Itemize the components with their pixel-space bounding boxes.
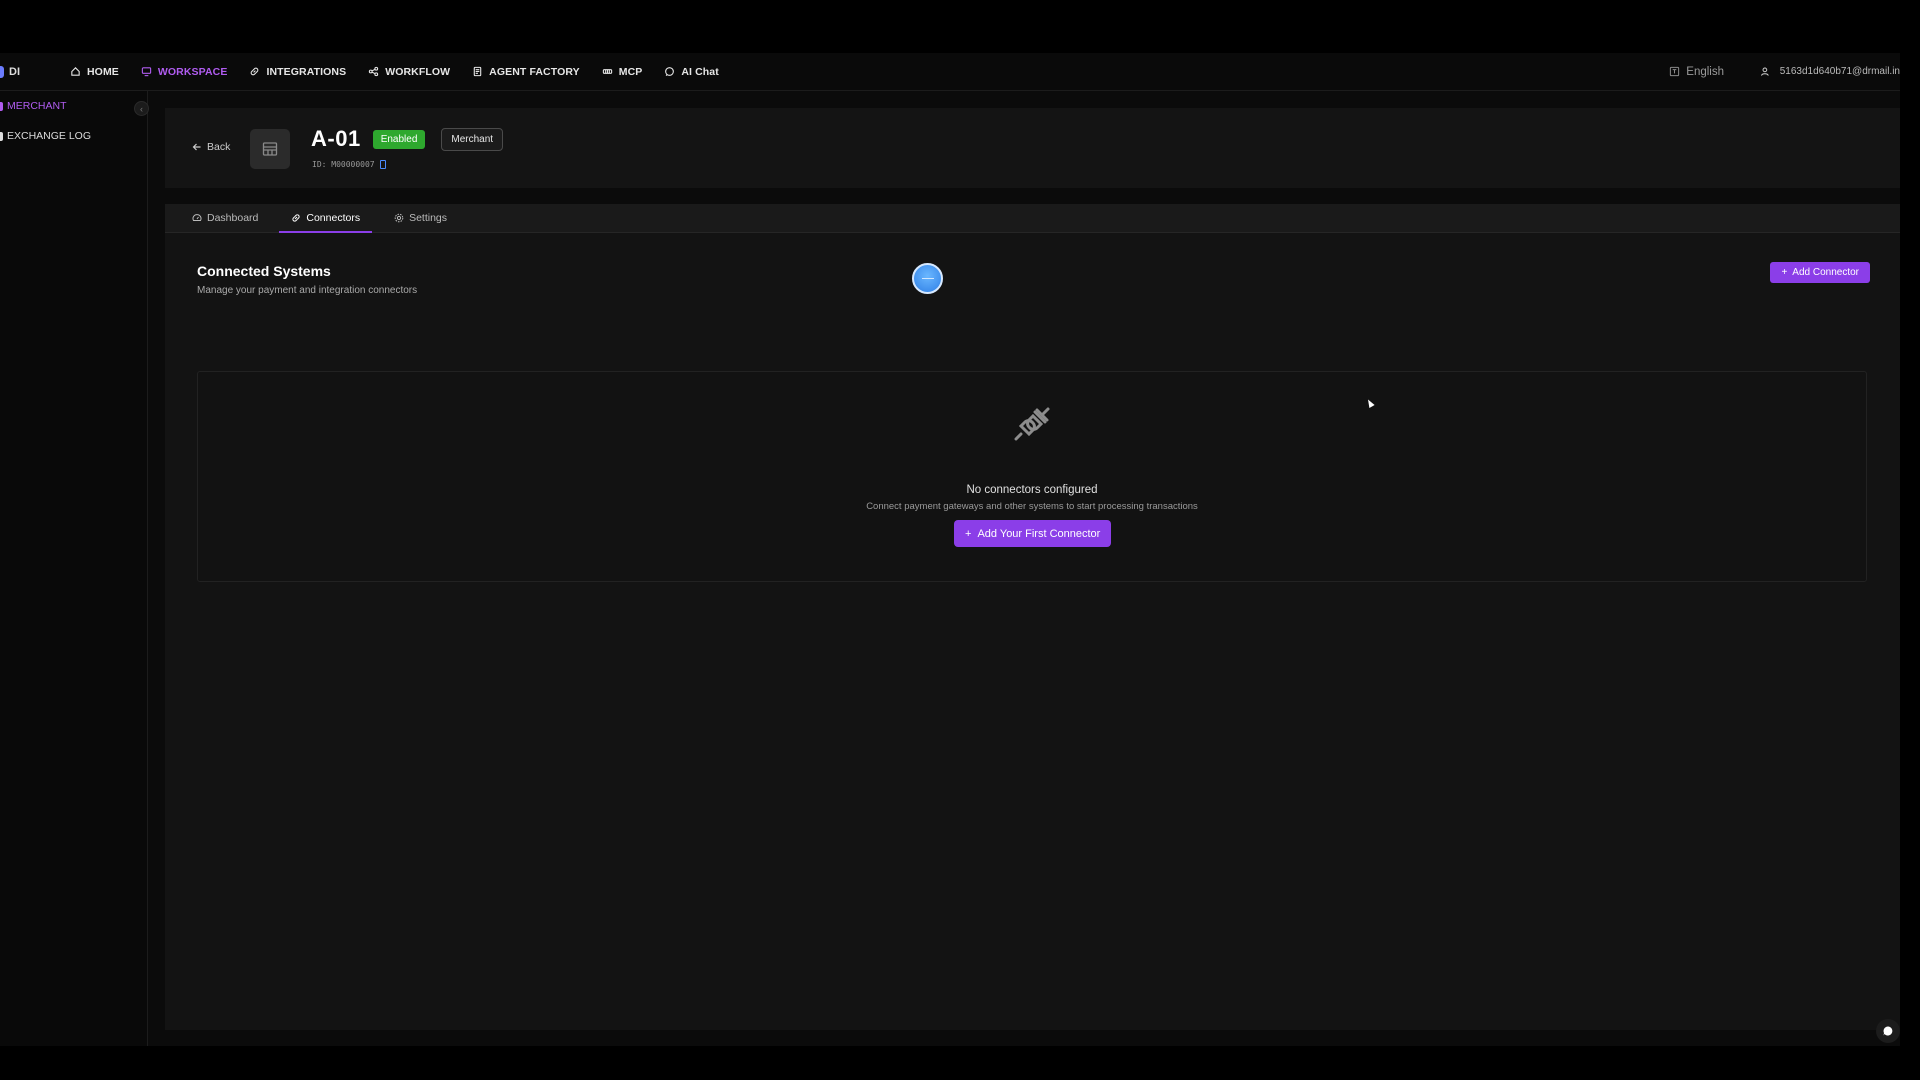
brand-logo-icon xyxy=(0,65,4,78)
add-connector-label: Add Connector xyxy=(1792,267,1859,278)
language-label: English xyxy=(1686,65,1724,78)
link-icon xyxy=(251,67,259,76)
nav-item-ai-chat[interactable]: AI Chat xyxy=(664,65,719,78)
main-panel: Dashboard Connectors Settings Connected … xyxy=(165,204,1900,1030)
merchant-header: Back A-01 Enabled Merchant ID: M00000007 xyxy=(165,108,1900,188)
chat-bubble-button[interactable] xyxy=(1876,1019,1900,1043)
arrow-left-icon xyxy=(192,143,201,151)
sidebar-collapse-button[interactable]: ‹ xyxy=(134,101,149,116)
nav-item-label: AI Chat xyxy=(681,65,719,78)
merchant-id-text: ID: M00000007 xyxy=(312,160,375,169)
merchant-avatar xyxy=(250,129,290,169)
sidebar-item-label: EXCHANGE LOG xyxy=(7,130,92,142)
plus-icon: + xyxy=(1781,267,1788,278)
unplugged-icon xyxy=(1014,407,1050,441)
nav-item-workspace[interactable]: WORKSPACE xyxy=(141,66,228,78)
gear-icon xyxy=(394,213,404,223)
chevron-left-icon: ‹ xyxy=(140,103,143,114)
nav-items: HOME WORKSPACE INTEGRATIONS WORKFLOW AGE… xyxy=(70,66,719,78)
page-title: A-01 xyxy=(311,126,361,151)
empty-state-title: No connectors configured xyxy=(966,484,1098,496)
merchant-id: ID: M00000007 xyxy=(312,160,386,169)
user-email: 5163d1d640b71@drmail.in xyxy=(1779,66,1900,77)
section-title: Connected Systems xyxy=(197,263,331,279)
home-icon xyxy=(71,67,80,76)
link-icon xyxy=(292,214,300,222)
store-icon xyxy=(262,142,278,156)
nav-item-mcp[interactable]: MCP xyxy=(602,66,643,78)
tab-label: Connectors xyxy=(306,212,361,224)
nav-item-label: AGENT FACTORY xyxy=(489,65,580,78)
tab-settings[interactable]: Settings xyxy=(394,204,458,232)
title-row: A-01 Enabled Merchant xyxy=(311,126,504,152)
log-icon xyxy=(0,131,3,141)
share-icon xyxy=(369,66,379,77)
tab-dashboard[interactable]: Dashboard xyxy=(192,204,269,232)
back-label: Back xyxy=(207,141,231,153)
sidebar-item-merchant[interactable]: MERCHANT xyxy=(0,96,147,116)
sidebar-item-label: MERCHANT xyxy=(7,100,67,112)
nav-item-integrations[interactable]: INTEGRATIONS xyxy=(249,66,346,78)
status-badge: Enabled xyxy=(372,129,426,149)
copy-icon[interactable] xyxy=(379,160,386,169)
sidebar: MERCHANT EXCHANGE LOG ‹ xyxy=(0,91,149,1046)
empty-state: No connectors configured Connect payment… xyxy=(197,371,1867,582)
nav-item-agent-factory[interactable]: AGENT FACTORY xyxy=(472,66,580,78)
add-first-connector-button[interactable]: + Add Your First Connector xyxy=(954,520,1112,547)
plus-icon: + xyxy=(965,527,972,540)
tab-label: Settings xyxy=(409,212,448,224)
plug-icon xyxy=(602,69,612,74)
user-menu[interactable]: 5163d1d640b71@drmail.in xyxy=(1760,66,1900,77)
document-icon xyxy=(473,66,482,77)
nav-item-label: MCP xyxy=(618,65,643,78)
app-screen: DI HOME WORKSPACE INTEGRATIONS WORKFLOW … xyxy=(0,53,1900,1046)
nav-item-home[interactable]: HOME xyxy=(70,66,119,78)
nav-item-label: HOME xyxy=(87,65,119,78)
merchant-icon xyxy=(0,101,3,111)
translate-icon xyxy=(1670,66,1680,77)
chat-icon xyxy=(665,67,675,76)
nav-right: English 5163d1d640b71@drmail.in xyxy=(1669,66,1900,78)
add-connector-button[interactable]: + Add Connector xyxy=(1770,262,1870,283)
sync-indicator[interactable] xyxy=(912,263,943,294)
sidebar-item-exchange-log[interactable]: EXCHANGE LOG xyxy=(0,126,147,146)
top-navigation: DI HOME WORKSPACE INTEGRATIONS WORKFLOW … xyxy=(0,53,1900,91)
gauge-icon xyxy=(192,214,202,221)
nav-item-workflow[interactable]: WORKFLOW xyxy=(368,66,450,78)
back-button[interactable]: Back xyxy=(192,141,230,153)
brand[interactable]: DI xyxy=(0,65,70,78)
empty-state-subtitle: Connect payment gateways and other syste… xyxy=(866,501,1198,512)
language-selector[interactable]: English xyxy=(1669,66,1724,78)
monitor-icon xyxy=(141,67,152,77)
chat-bubble-icon xyxy=(1883,1026,1893,1036)
add-first-connector-label: Add Your First Connector xyxy=(977,527,1101,540)
section-subtitle: Manage your payment and integration conn… xyxy=(197,285,418,296)
type-badge: Merchant xyxy=(441,127,504,151)
nav-item-label: WORKSPACE xyxy=(157,65,228,78)
nav-item-label: WORKFLOW xyxy=(385,65,451,78)
user-icon xyxy=(1760,67,1769,76)
tab-label: Dashboard xyxy=(207,212,259,224)
nav-item-label: INTEGRATIONS xyxy=(266,65,347,78)
tab-connectors[interactable]: Connectors xyxy=(279,204,372,233)
tab-bar: Dashboard Connectors Settings xyxy=(165,204,1900,233)
brand-label: DI xyxy=(9,65,20,78)
